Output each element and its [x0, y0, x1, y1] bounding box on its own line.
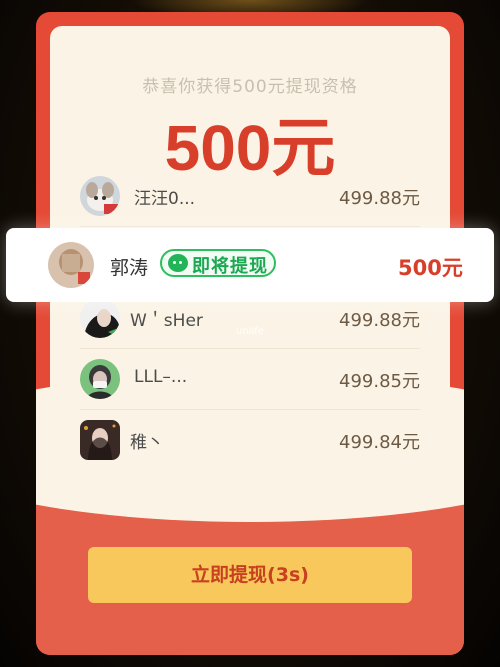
badge-label: 即将提现: [192, 256, 268, 277]
list-item: 稚丶 499.84元: [80, 410, 420, 470]
withdraw-soon-badge: 即将提现: [160, 249, 276, 277]
masked-avatar-icon: [80, 359, 120, 399]
girl-dark-avatar-icon: [80, 298, 120, 338]
girl-portrait-avatar-icon: [80, 420, 120, 460]
avatar: [80, 359, 120, 399]
avatar: [80, 176, 120, 216]
avatar: [80, 420, 120, 460]
list-item: LLL–... 499.85元: [80, 349, 420, 410]
winner-name: W＇sHer: [130, 311, 203, 331]
winner-name: 稚丶: [130, 433, 164, 453]
winner-amount: 499.88元: [339, 188, 420, 209]
winner-amount: 499.84元: [339, 432, 420, 453]
current-user-name: 郭涛: [110, 257, 149, 279]
current-user-row: 郭涛 即将提现 500元: [6, 228, 494, 302]
avatar: [48, 242, 94, 288]
current-user-amount: 500元: [398, 256, 463, 280]
avatar: [80, 298, 120, 338]
withdraw-now-button[interactable]: 立即提现(3s): [88, 547, 412, 603]
blurred-avatar-icon: [48, 242, 94, 288]
dog-avatar-icon: [80, 176, 120, 216]
winner-amount: 499.88元: [339, 310, 420, 331]
list-item: 汪汪0... 499.88元: [80, 166, 420, 227]
winner-name: LLL–...: [134, 367, 188, 387]
watermark-text: unlife: [236, 326, 264, 337]
wechat-icon: [168, 254, 188, 272]
reward-subtitle: 恭喜你获得500元提现资格: [142, 77, 358, 97]
winner-name: 汪汪0...: [134, 189, 196, 209]
app-screen: 恭喜你获得500元提现资格 500元 汪汪0... 499.88元 W＇sHer…: [0, 0, 500, 667]
winner-amount: 499.85元: [339, 371, 420, 392]
